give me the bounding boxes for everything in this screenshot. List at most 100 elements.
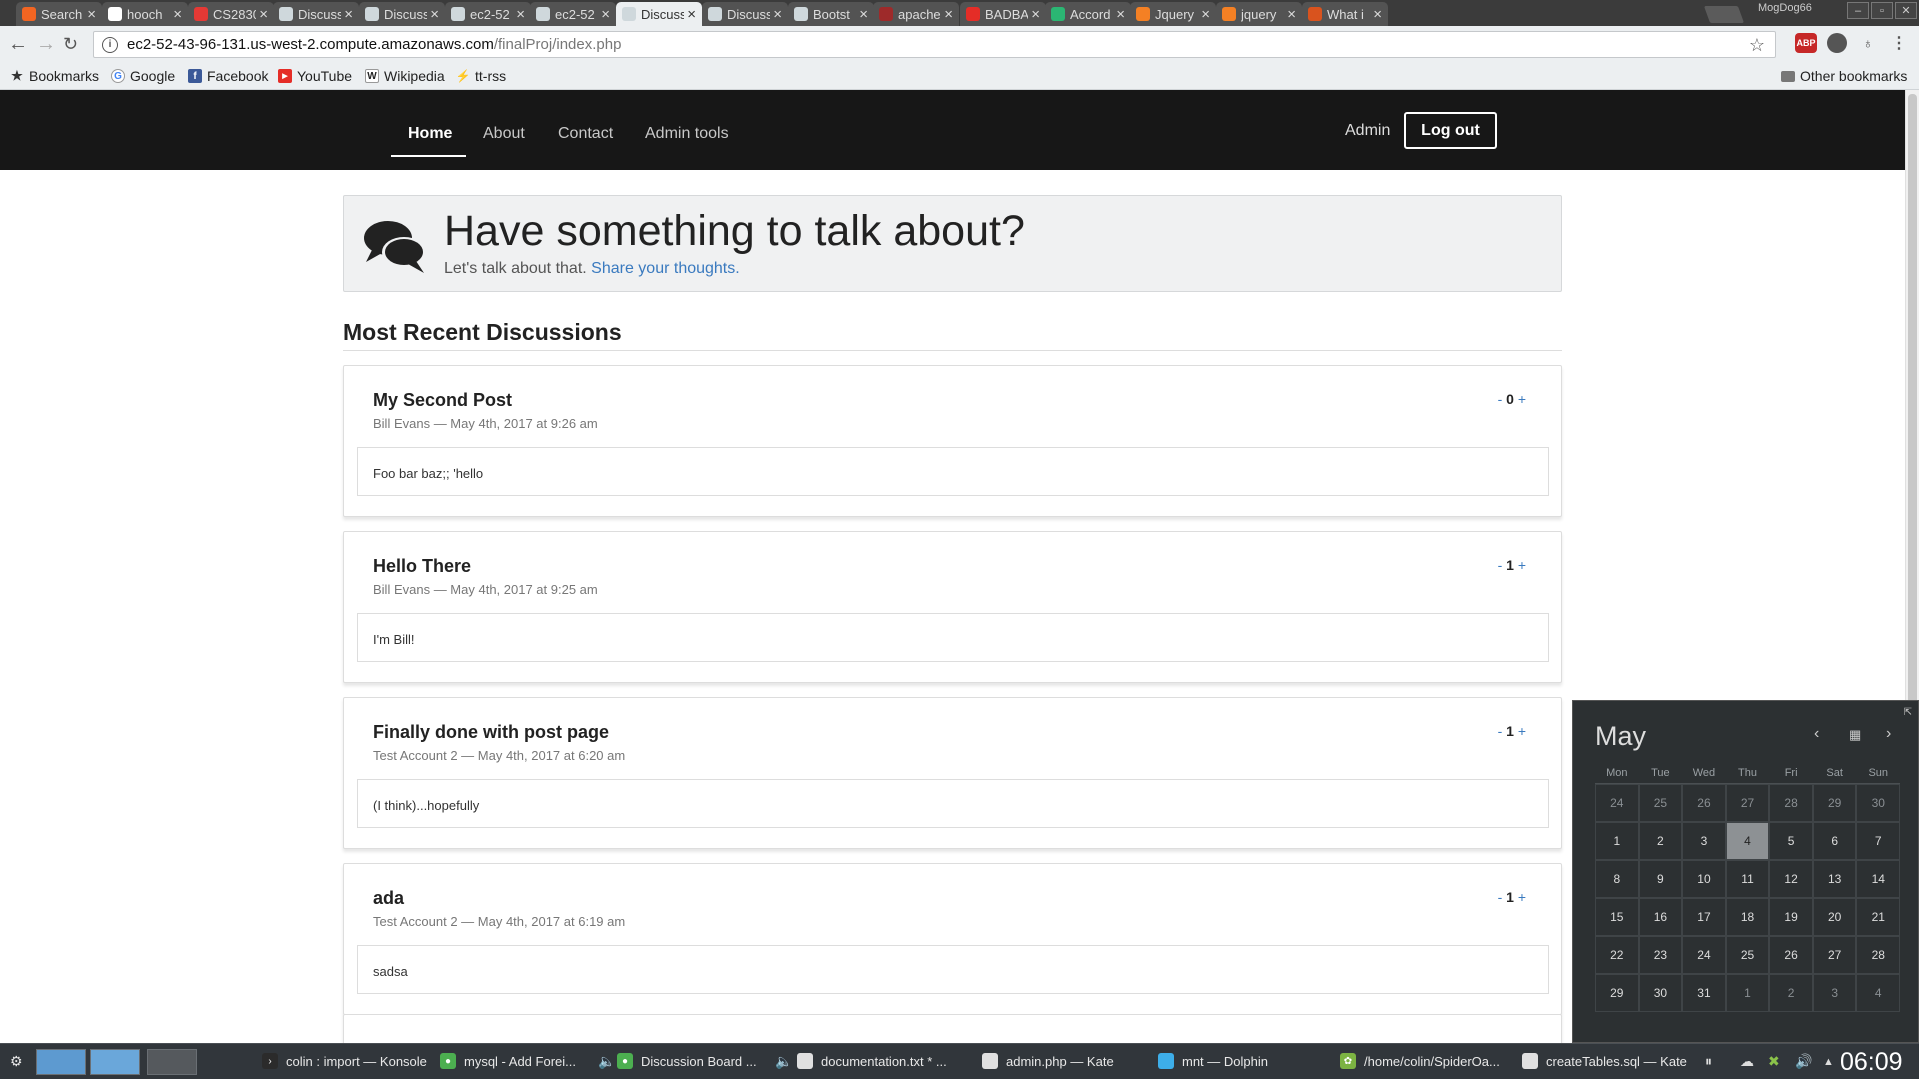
calendar-day[interactable]: 2 bbox=[1638, 822, 1683, 860]
calendar-day[interactable]: 2 bbox=[1769, 974, 1813, 1012]
taskbar-window-button[interactable]: mnt — Dolphin bbox=[1158, 1053, 1268, 1069]
post-title[interactable]: Hello There bbox=[373, 556, 471, 577]
taskbar-window-button[interactable]: createTables.sql — Kate bbox=[1522, 1053, 1687, 1069]
tab-close-icon[interactable]: × bbox=[1373, 7, 1382, 22]
close-window-button[interactable]: ✕ bbox=[1895, 2, 1917, 19]
browser-tab[interactable]: Jquery × bbox=[1130, 2, 1216, 26]
next-month-icon[interactable]: › bbox=[1886, 725, 1891, 743]
calendar-day[interactable]: 3 bbox=[1682, 822, 1726, 860]
taskbar-window-button[interactable]: admin.php — Kate bbox=[982, 1053, 1114, 1069]
calendar-day[interactable]: 25 bbox=[1725, 936, 1770, 974]
browser-tab[interactable]: Discuss × bbox=[273, 2, 359, 26]
virtual-desktop-3[interactable] bbox=[147, 1049, 197, 1075]
calendar-today-icon[interactable]: ▦ bbox=[1849, 727, 1861, 743]
browser-tab[interactable]: Discuss × bbox=[702, 2, 788, 26]
share-thoughts-link[interactable]: Share your thoughts. bbox=[591, 260, 740, 277]
discussion-card[interactable]: ada Test Account 2 — May 4th, 2017 at 6:… bbox=[343, 863, 1562, 1015]
taskbar-window-button[interactable]: documentation.txt * ... bbox=[797, 1053, 947, 1069]
browser-tab[interactable]: Discuss × bbox=[616, 2, 702, 26]
nav-about[interactable]: About bbox=[483, 125, 525, 143]
tab-close-icon[interactable]: × bbox=[87, 7, 96, 22]
calendar-day[interactable]: 16 bbox=[1638, 898, 1683, 936]
virtual-desktop-2[interactable] bbox=[90, 1049, 140, 1075]
calendar-day[interactable]: 18 bbox=[1725, 898, 1770, 936]
lightbulb-extension-icon[interactable]: ♁ bbox=[1858, 33, 1878, 53]
downvote-button[interactable]: - bbox=[1498, 889, 1503, 905]
browser-tab[interactable]: hooch × bbox=[102, 2, 188, 26]
clock[interactable]: 06:09 bbox=[1840, 1048, 1903, 1077]
nav-contact[interactable]: Contact bbox=[558, 125, 613, 143]
spideroak-tray-icon[interactable]: ✖ bbox=[1768, 1053, 1780, 1070]
audio-playing-icon[interactable]: 🔈 bbox=[775, 1053, 792, 1070]
calendar-day[interactable]: 6 bbox=[1812, 822, 1857, 860]
calendar-day[interactable]: 29 bbox=[1595, 974, 1639, 1012]
tab-close-icon[interactable]: × bbox=[1287, 7, 1296, 22]
tab-close-icon[interactable]: × bbox=[344, 7, 353, 22]
discussion-card[interactable]: Finally done with post page Test Account… bbox=[343, 697, 1562, 849]
browser-tab[interactable]: Accord × bbox=[1045, 2, 1131, 26]
post-title[interactable]: ada bbox=[373, 888, 404, 909]
browser-tab[interactable]: ec2-52 × bbox=[445, 2, 531, 26]
calendar-day[interactable]: 20 bbox=[1812, 898, 1857, 936]
browser-tab[interactable]: jquery × bbox=[1216, 2, 1302, 26]
bookmark-google[interactable]: G Google bbox=[111, 68, 175, 84]
application-launcher-icon[interactable]: ⚙ bbox=[10, 1053, 23, 1070]
reload-icon[interactable]: ↻ bbox=[63, 34, 78, 54]
new-tab-button[interactable] bbox=[1703, 6, 1745, 23]
back-icon[interactable]: ← bbox=[8, 34, 28, 54]
bookmark-youtube[interactable]: ▶ YouTube bbox=[278, 68, 352, 84]
profile-name[interactable]: MogDog66 bbox=[1758, 2, 1812, 14]
calendar-day[interactable]: 24 bbox=[1682, 936, 1726, 974]
bookmark-facebook[interactable]: f Facebook bbox=[188, 68, 268, 84]
volume-icon[interactable]: 🔊 bbox=[1795, 1053, 1812, 1070]
calendar-day[interactable]: 3 bbox=[1812, 974, 1857, 1012]
tab-close-icon[interactable]: × bbox=[1031, 7, 1040, 22]
calendar-day[interactable]: 4 bbox=[1725, 822, 1770, 860]
nav-home[interactable]: Home bbox=[408, 125, 452, 143]
browser-tab[interactable]: CS2830 × bbox=[188, 2, 274, 26]
bookmark-wikipedia[interactable]: W Wikipedia bbox=[365, 68, 445, 84]
tab-close-icon[interactable]: × bbox=[773, 7, 782, 22]
tab-close-icon[interactable]: × bbox=[173, 7, 182, 22]
calendar-day[interactable]: 28 bbox=[1856, 936, 1901, 974]
info-icon[interactable]: i bbox=[102, 36, 118, 53]
virtual-desktop-1[interactable] bbox=[36, 1049, 86, 1075]
downvote-button[interactable]: - bbox=[1498, 723, 1503, 739]
calendar-day[interactable]: 14 bbox=[1856, 860, 1901, 898]
tray-expand-icon[interactable]: ▲ bbox=[1823, 1056, 1834, 1068]
calendar-day[interactable]: 17 bbox=[1682, 898, 1726, 936]
calendar-day[interactable]: 15 bbox=[1595, 898, 1639, 936]
downvote-button[interactable]: - bbox=[1498, 557, 1503, 573]
pin-icon[interactable]: ⇱ bbox=[1904, 707, 1912, 718]
calendar-day[interactable]: 25 bbox=[1638, 784, 1683, 822]
browser-tab[interactable]: Discuss × bbox=[359, 2, 445, 26]
calendar-day[interactable]: 12 bbox=[1769, 860, 1813, 898]
calendar-day[interactable]: 24 bbox=[1595, 784, 1639, 822]
calendar-day[interactable]: 4 bbox=[1856, 974, 1901, 1012]
cloud-icon[interactable]: ☁ bbox=[1740, 1053, 1754, 1070]
calendar-day[interactable]: 19 bbox=[1769, 898, 1813, 936]
calendar-day[interactable]: 8 bbox=[1595, 860, 1639, 898]
tab-close-icon[interactable]: × bbox=[430, 7, 439, 22]
tab-close-icon[interactable]: × bbox=[944, 7, 953, 22]
taskbar-window-button[interactable]: › colin : import — Konsole bbox=[262, 1053, 427, 1069]
media-icon[interactable]: ⏸ bbox=[1705, 1053, 1712, 1070]
nav-admin-tools[interactable]: Admin tools bbox=[645, 125, 729, 143]
bookmark-bookmarks[interactable]: ★ Bookmarks bbox=[10, 68, 99, 84]
calendar-day[interactable]: 5 bbox=[1769, 822, 1813, 860]
discussion-card[interactable]: My Second Post Bill Evans — May 4th, 201… bbox=[343, 365, 1562, 517]
calendar-day[interactable]: 11 bbox=[1725, 860, 1770, 898]
menu-dots-icon[interactable]: ⋮ bbox=[1889, 33, 1909, 53]
calendar-day[interactable]: 10 bbox=[1682, 860, 1726, 898]
browser-tab[interactable]: Search × bbox=[16, 2, 102, 26]
taskbar-window-button[interactable]: ✿ /home/colin/SpiderOa... bbox=[1340, 1053, 1500, 1069]
upvote-button[interactable]: + bbox=[1518, 723, 1526, 739]
calendar-day[interactable]: 7 bbox=[1856, 822, 1901, 860]
calendar-day[interactable]: 29 bbox=[1812, 784, 1857, 822]
other-bookmarks[interactable]: Other bookmarks bbox=[1781, 68, 1907, 84]
tab-close-icon[interactable]: × bbox=[687, 7, 696, 22]
upvote-button[interactable]: + bbox=[1518, 557, 1526, 573]
tab-close-icon[interactable]: × bbox=[859, 7, 868, 22]
calendar-day[interactable]: 30 bbox=[1856, 784, 1901, 822]
bookmark-star-icon[interactable]: ☆ bbox=[1749, 35, 1765, 56]
